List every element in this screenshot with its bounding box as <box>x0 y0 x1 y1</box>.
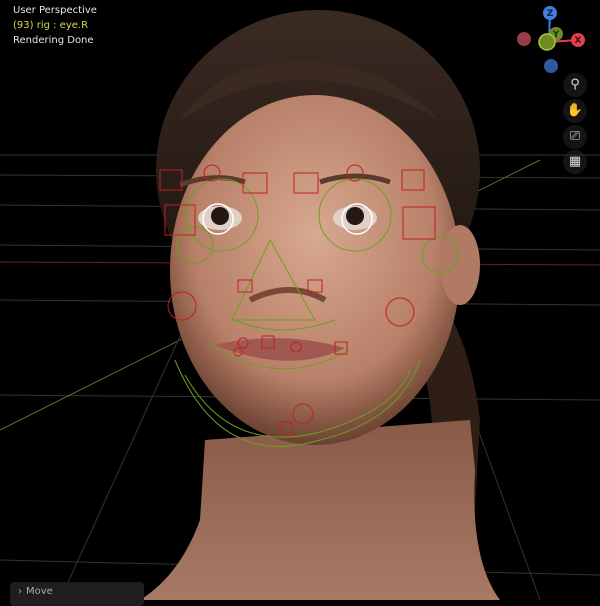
operation-label: Move <box>26 586 53 597</box>
view-label: User Perspective <box>13 5 97 16</box>
gizmo-neg-z <box>544 59 558 73</box>
zoom-icon[interactable]: ⚲ <box>563 73 587 97</box>
3d-viewport[interactable]: Z Y X <box>0 0 600 600</box>
character-head[interactable] <box>140 10 500 600</box>
active-object-label: (93) rig : eye.R <box>13 20 89 31</box>
grid-icon[interactable]: ▦ <box>563 150 587 174</box>
camera-icon[interactable]: ⎚ <box>563 125 587 149</box>
render-status: Rendering Done <box>13 35 94 46</box>
svg-text:Z: Z <box>547 9 554 19</box>
hand-icon[interactable]: ✋ <box>563 99 587 123</box>
last-operation-panel[interactable]: › Move <box>10 582 144 606</box>
navigation-gizmo[interactable]: Z Y X <box>517 6 585 73</box>
svg-text:X: X <box>575 36 582 46</box>
gizmo-neg-x <box>517 32 531 46</box>
chevron-right-icon: › <box>18 586 22 597</box>
gizmo-neg-y <box>538 33 556 51</box>
